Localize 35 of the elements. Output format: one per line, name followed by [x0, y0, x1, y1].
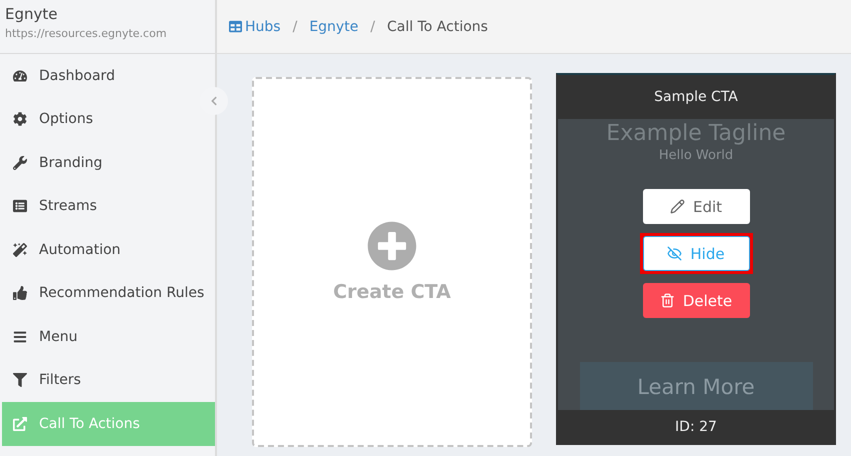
create-cta-label: Create CTA [333, 281, 451, 303]
sidebar-item[interactable]: Dashboard [2, 54, 215, 98]
filter-icon [13, 373, 27, 388]
edit-button[interactable]: Edit [642, 189, 750, 224]
eye-slash-icon [667, 246, 682, 261]
card-header: Sample CTA [558, 75, 834, 119]
cta-subtitle: Hello World [658, 148, 734, 163]
sidebar-item[interactable]: Branding [2, 141, 215, 184]
sidebar-item[interactable]: Menu [2, 315, 215, 358]
breadcrumb-current-page: Call To Actions [387, 18, 488, 34]
gauge-icon [13, 68, 27, 83]
sidebar-item[interactable]: Recommendation Rules [2, 272, 215, 315]
menu-icon [13, 330, 27, 344]
chevron-left-icon [209, 96, 219, 106]
sidebar-item[interactable]: Filters [2, 358, 215, 402]
breadcrumb-separator: / [292, 18, 298, 34]
breadcrumb-link[interactable]: Egnyte [309, 18, 358, 34]
card-footer: ID: 27 [558, 410, 834, 443]
magic-wand-icon [13, 242, 27, 257]
plus-icon [367, 221, 417, 271]
sidebar-item[interactable]: Automation [2, 228, 215, 272]
external-link-icon [13, 416, 27, 431]
pencil-icon [670, 199, 685, 214]
table-icon [229, 20, 242, 33]
site-name: Egnyte [5, 5, 58, 23]
list-icon [13, 199, 27, 214]
breadcrumb-link[interactable]: Hubs [229, 18, 281, 34]
site-url: https://resources.egnyte.com [5, 27, 168, 40]
thumbs-up-icon [13, 286, 27, 300]
sidebar-item[interactable]: Options [2, 98, 215, 141]
gear-icon [13, 112, 27, 126]
sidebar-item[interactable]: Streams [2, 184, 215, 228]
trash-icon [660, 293, 675, 308]
breadcrumb-separator: / [370, 18, 376, 34]
wrench-icon [13, 156, 27, 170]
